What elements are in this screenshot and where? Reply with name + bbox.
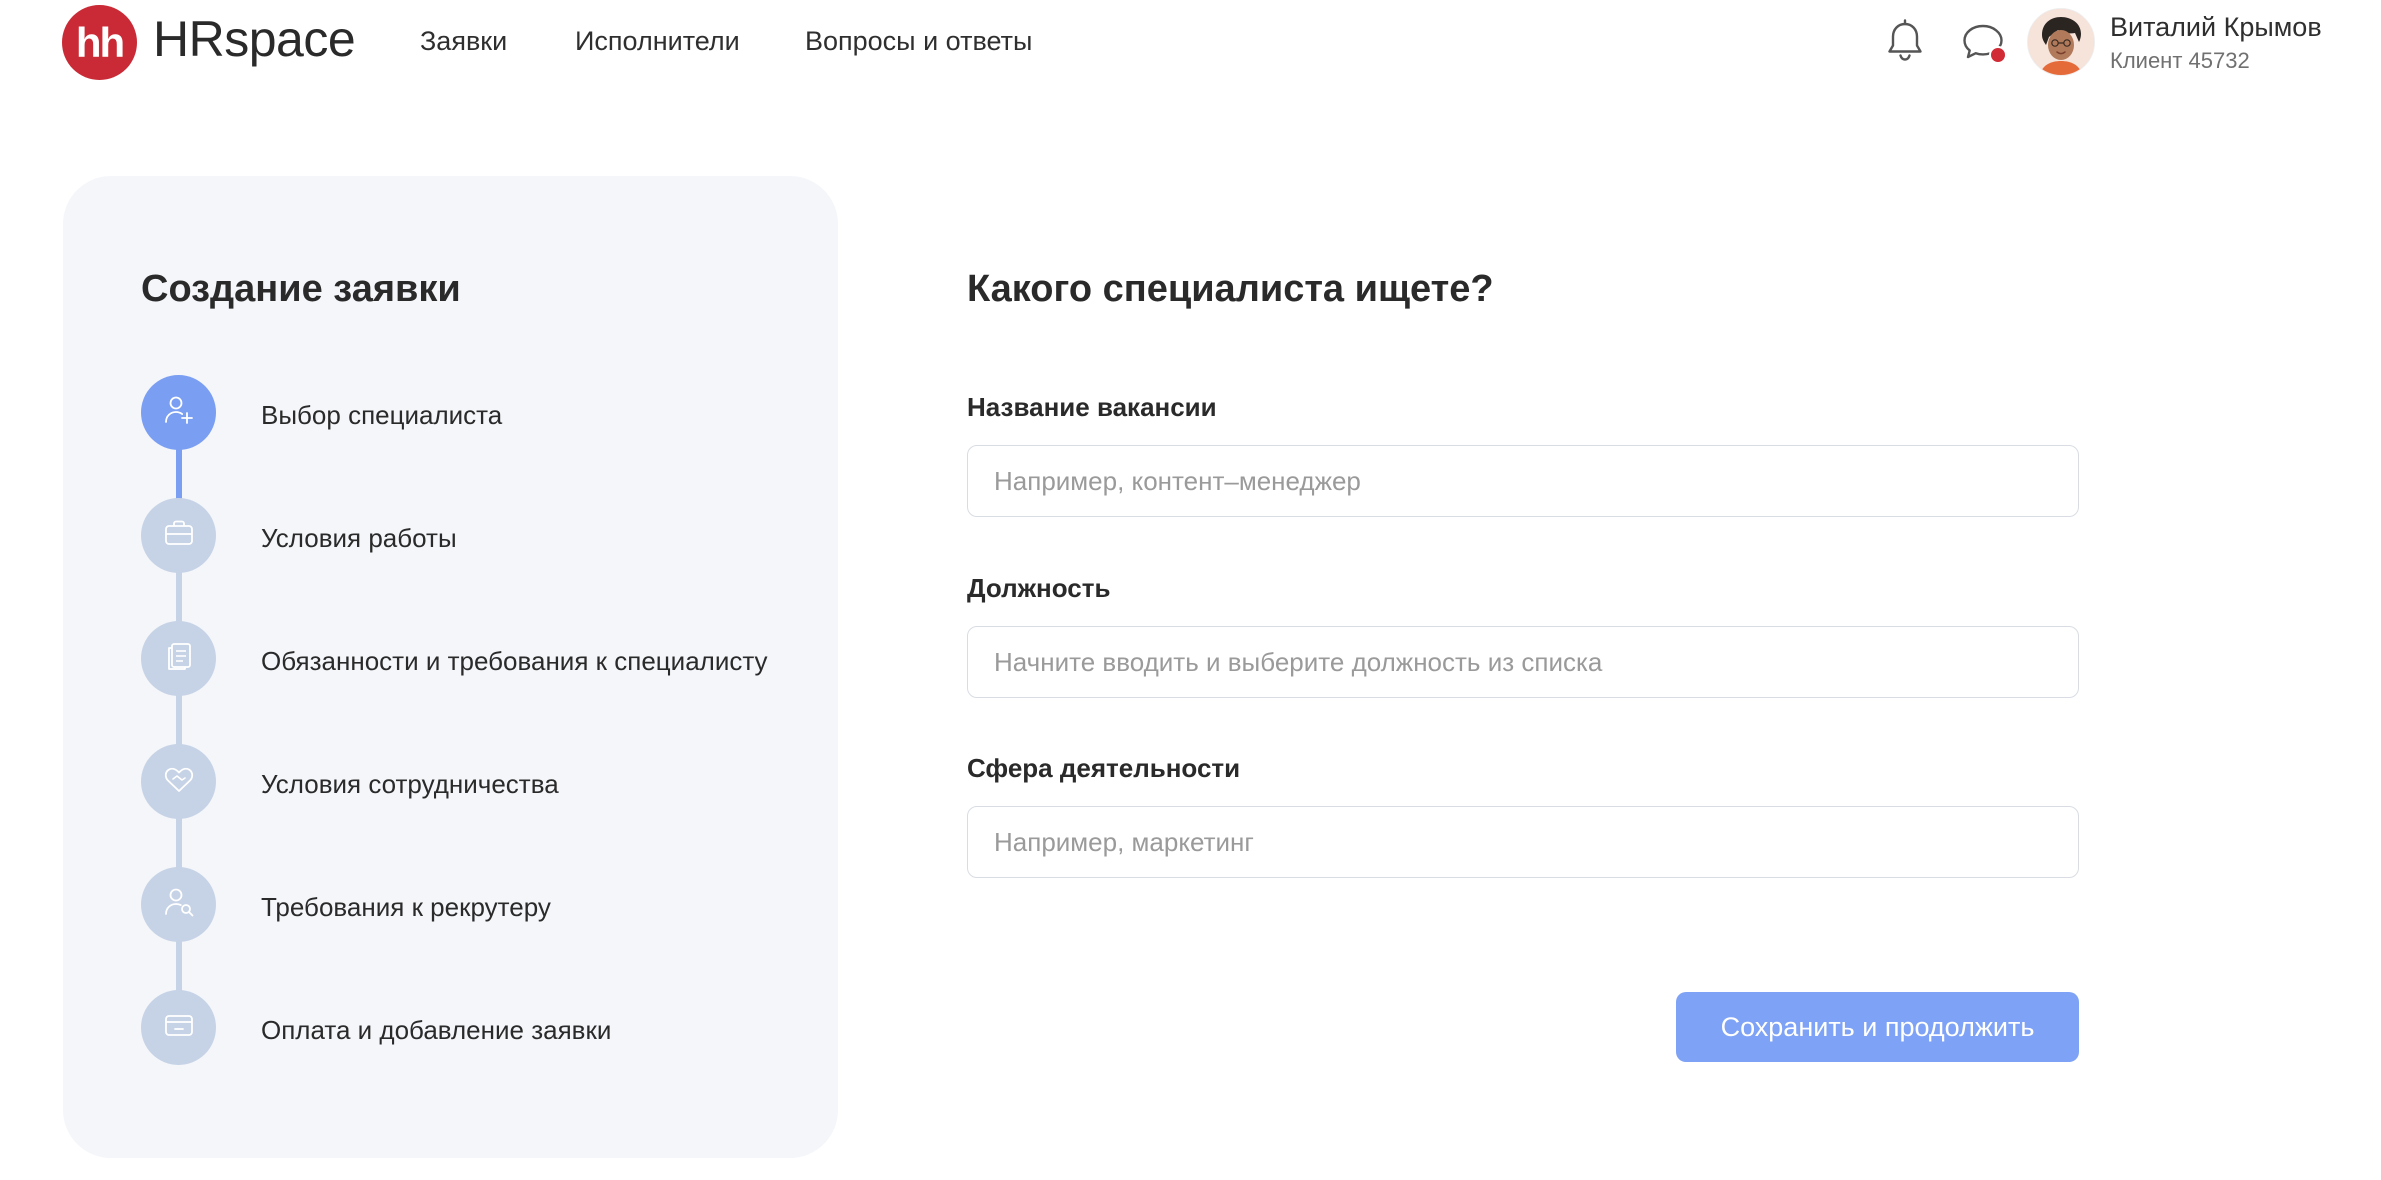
top-header: hh HRspace Заявки Исполнители Вопросы и … [0, 0, 2381, 84]
briefcase-icon [162, 516, 196, 555]
unread-badge [1989, 46, 2007, 64]
clipboard-icon [162, 639, 196, 678]
step-3-circle[interactable] [141, 621, 216, 696]
form-title: Какого специалиста ищете? [967, 268, 1494, 310]
step-4-label[interactable]: Условия сотрудничества [261, 769, 559, 800]
user-client-id: Клиент 45732 [2110, 48, 2250, 73]
nav-item-performers[interactable]: Исполнители [575, 26, 740, 57]
card-icon [162, 1008, 196, 1047]
step-5-circle[interactable] [141, 867, 216, 942]
handshake-heart-icon [162, 762, 196, 801]
steps-panel: Создание заявки Выбор специалиста Услови… [63, 176, 838, 1158]
step-4-circle[interactable] [141, 744, 216, 819]
position-label: Должность [967, 573, 1111, 603]
step-3-label[interactable]: Обязанности и требования к специалисту [261, 646, 768, 677]
bell-icon[interactable] [1881, 18, 1929, 66]
hrspace-logo-text[interactable]: HRspace [153, 10, 356, 68]
nav-item-requests[interactable]: Заявки [420, 26, 507, 57]
industry-label: Сфера деятельности [967, 753, 1241, 783]
step-connector [176, 448, 182, 504]
avatar[interactable] [2027, 8, 2095, 76]
nav-item-faq[interactable]: Вопросы и ответы [805, 26, 1032, 57]
steps-title: Создание заявки [141, 268, 461, 310]
vacancy-name-label: Название вакансии [967, 392, 1217, 422]
step-1-circle[interactable] [141, 375, 216, 450]
step-1-label[interactable]: Выбор специалиста [261, 400, 502, 431]
industry-input[interactable] [967, 806, 2079, 878]
step-2-label[interactable]: Условия работы [261, 523, 457, 554]
save-and-continue-button[interactable]: Сохранить и продолжить [1676, 992, 2079, 1062]
step-6-label[interactable]: Оплата и добавление заявки [261, 1015, 611, 1046]
vacancy-name-input[interactable] [967, 445, 2079, 517]
step-2-circle[interactable] [141, 498, 216, 573]
user-plus-icon [162, 393, 196, 432]
hh-logo[interactable]: hh [62, 5, 137, 80]
user-name[interactable]: Виталий Крымов [2110, 12, 2322, 43]
step-5-label[interactable]: Требования к рекрутеру [261, 892, 551, 923]
position-input[interactable] [967, 626, 2079, 698]
user-search-icon [162, 885, 196, 924]
step-6-circle[interactable] [141, 990, 216, 1065]
chat-icon[interactable] [1959, 18, 2007, 66]
